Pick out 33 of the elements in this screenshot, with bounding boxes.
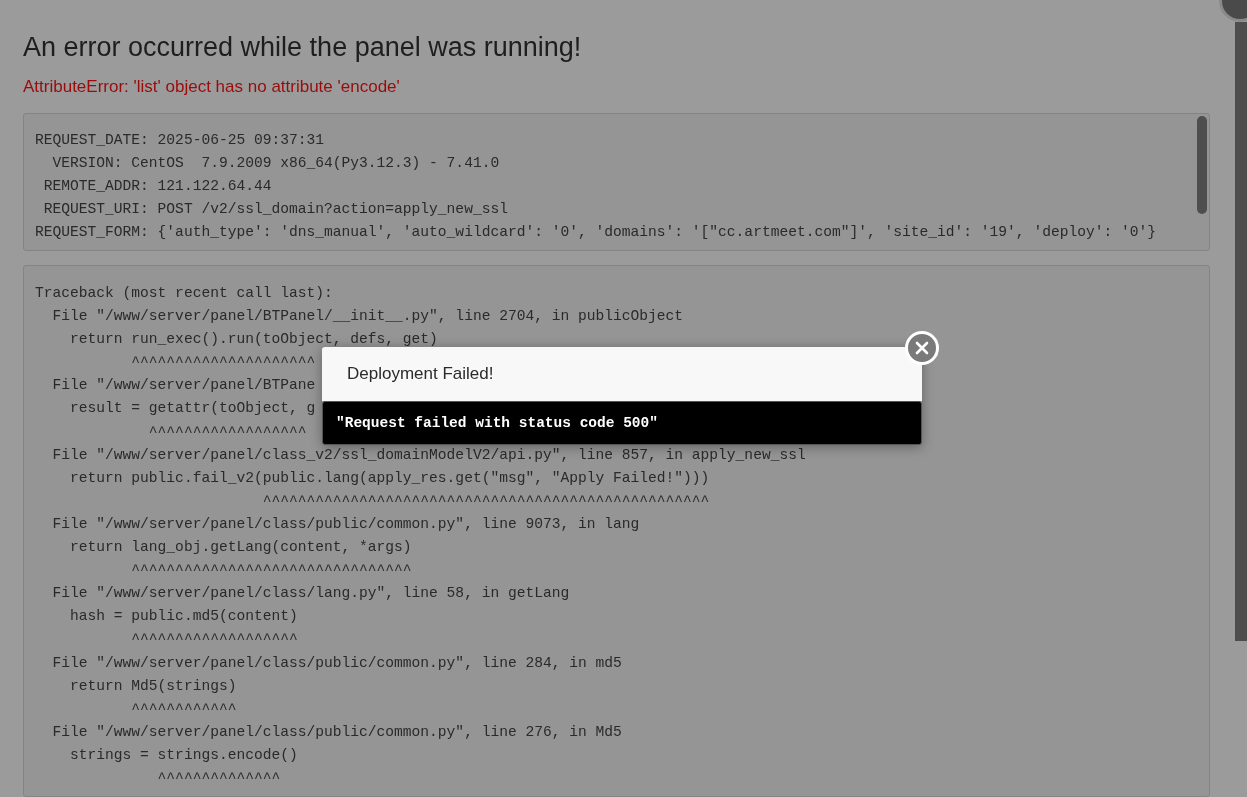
request-info-line: VERSION: CentOS 7.9.2009 x86_64(Py3.12.3) - 7.41.0 [51,154,500,174]
dialog-message: "Request failed with status code 500" [322,401,922,445]
traceback-line: File "/www/server/panel/class_v2/ssl_domainModelV2/api.py", line 857, in apply_new_ssl [51,445,806,465]
traceback-line: strings = strings.encode() [69,745,298,765]
traceback-line: ^^^^^^^^^^^^^^ [156,768,281,788]
traceback-line: return lang_obj.getLang(content, *args) [69,538,412,558]
traceback-line: result = getattr(toObject, g [69,399,316,419]
page-scrollbar[interactable] [1235,22,1247,641]
error-message: AttributeError: 'list' object has no attribute 'encode' [23,77,401,97]
traceback-line: return Md5(strings) [69,676,237,696]
request-info-line: REMOTE_ADDR: 121.122.64.44 [42,177,272,197]
traceback-line: File "/www/server/panel/class/public/common.py", line 276, in Md5 [51,722,622,742]
traceback-line: ^^^^^^^^^^^^^^^^^^^^^^^^^^^^^^^^^^^^^^^^^^^^^^^^^^^ [261,491,710,511]
traceback-line: ^^^^^^^^^^^^^^^^^^ [147,422,307,442]
traceback-line: ^^^^^^^^^^^^ [130,699,237,719]
dialog-title: Deployment Failed! [347,364,494,384]
traceback-line: File "/www/server/panel/BTPane [51,376,316,396]
traceback-line: return run_exec().run(toObject, defs, get) [69,330,438,350]
traceback-line: File "/www/server/panel/class/public/common.py", line 284, in md5 [51,653,622,673]
traceback-line: return public.fail_v2(public.lang(apply_res.get("msg", "Apply Failed!"))) [69,468,710,488]
request-info-line: REQUEST_URI: POST /v2/ssl_domain?action=apply_new_ssl [42,200,508,220]
traceback-line: ^^^^^^^^^^^^^^^^^^^^^^^^^^^^^^^^ [130,561,412,581]
traceback-line: File "/www/server/panel/BTPanel/__init__.py", line 2704, in publicObject [51,307,684,327]
traceback-line: File "/www/server/panel/class/public/common.py", line 9073, in lang [51,514,640,534]
traceback-line: ^^^^^^^^^^^^^^^^^^^ [130,630,298,650]
scrollbar-thumb[interactable] [1197,116,1207,214]
traceback-line: hash = public.md5(content) [69,607,298,627]
error-heading: An error occurred while the panel was running! [23,32,583,63]
request-info-line: REQUEST_DATE: 2025-06-25 09:37:31 [35,131,324,150]
traceback-line: File "/www/server/panel/class/lang.py", line 58, in getLang [51,584,570,604]
traceback-line: Traceback (most recent call last): [35,284,333,303]
traceback-line: ^^^^^^^^^^^^^^^^^^^^^ [130,353,316,373]
request-info-line: REQUEST_FORM: {'auth_type': 'dns_manual', 'auto_wildcard': '0', 'domains': '["cc.artmeet.com"]', 'site_id': '19', 'deploy': '0'} [35,223,1156,243]
